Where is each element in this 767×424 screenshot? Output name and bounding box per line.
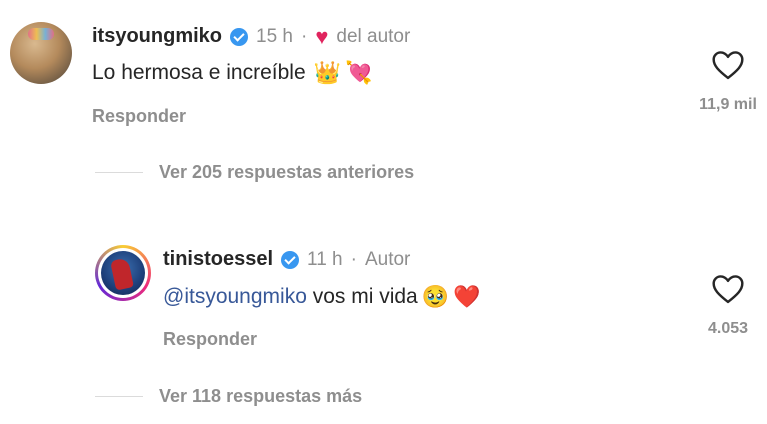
like-count: 11,9 mil: [699, 96, 757, 113]
timestamp: 11 h: [307, 248, 343, 270]
comment-text: vos mi vida: [306, 285, 418, 308]
username[interactable]: itsyoungmiko: [92, 25, 222, 48]
pleading-face-emoji: 🥹: [421, 284, 450, 309]
comment-actions: Responder: [92, 106, 186, 127]
profile-photo: [101, 251, 145, 295]
heart-icon[interactable]: [711, 274, 745, 304]
comment-header: tinistoessel 11 h · Autor: [163, 248, 410, 271]
crown-emoji: 👑: [313, 60, 342, 85]
verified-badge-icon: [230, 27, 249, 46]
reply-button[interactable]: Responder: [163, 329, 257, 350]
view-more-replies[interactable]: Ver 118 respuestas más: [95, 386, 362, 407]
like-count: 4.053: [707, 320, 749, 337]
avatar[interactable]: [10, 22, 72, 84]
figure-shape: [110, 257, 134, 291]
divider-line: [95, 396, 143, 397]
comment-body: Lo hermosa e increíble 👑 💘: [92, 60, 372, 86]
comment-actions: Responder: [163, 329, 257, 350]
divider-line: [95, 172, 143, 173]
heart-arrow-emoji: 💘: [345, 60, 373, 85]
mention-link[interactable]: @itsyoungmiko: [163, 285, 307, 309]
separator-dot: ·: [301, 25, 308, 47]
red-heart-emoji: ❤️: [453, 284, 481, 309]
comment-header: itsyoungmiko 15 h · ♥ del autor: [92, 25, 410, 48]
like-control: 11,9 mil: [688, 50, 767, 114]
view-replies-link[interactable]: Ver 118 respuestas más: [159, 386, 362, 407]
author-liked-heart-icon: ♥: [315, 23, 329, 49]
like-control: 4.053: [688, 274, 767, 338]
timestamp: 15 h: [256, 25, 293, 47]
avatar[interactable]: [95, 245, 151, 301]
heart-icon[interactable]: [711, 50, 745, 80]
author-tag: Autor: [364, 248, 411, 270]
flower-crown-icon: [28, 28, 54, 40]
username[interactable]: tinistoessel: [163, 248, 273, 271]
view-more-replies[interactable]: Ver 205 respuestas anteriores: [95, 162, 414, 183]
view-replies-link[interactable]: Ver 205 respuestas anteriores: [159, 162, 414, 183]
comment-text: Lo hermosa e increíble: [92, 61, 306, 84]
author-tag: del autor: [336, 25, 411, 47]
comment-body: @itsyoungmiko vos mi vida 🥹 ❤️: [163, 284, 481, 310]
reply-button[interactable]: Responder: [92, 106, 186, 127]
verified-badge-icon: [281, 250, 300, 269]
separator-dot: ·: [350, 248, 357, 270]
